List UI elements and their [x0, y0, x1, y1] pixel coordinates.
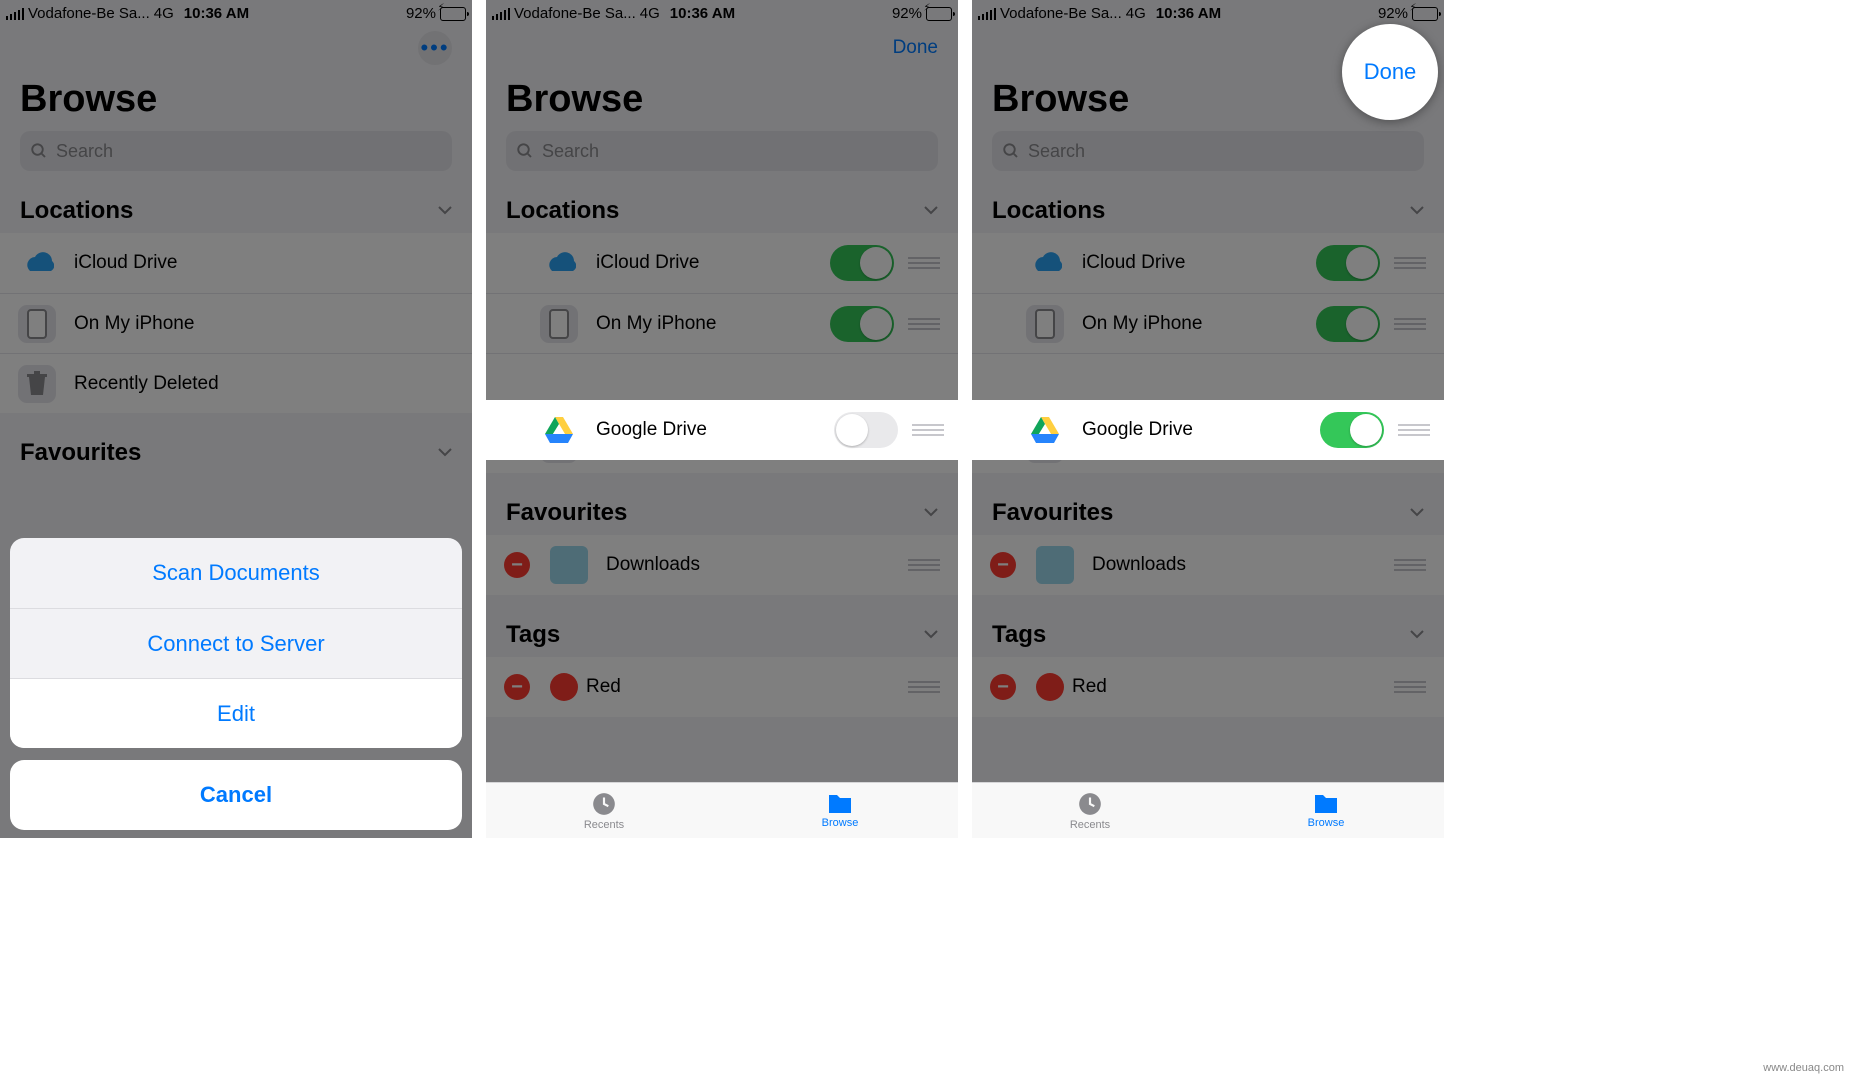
screenshot-3: Vodafone-Be Sa... 4G 10:36 AM 92% ⚡︎ Don…	[972, 0, 1444, 838]
edit-option[interactable]: Edit	[10, 678, 462, 748]
tab-bar: Recents Browse	[486, 782, 958, 838]
done-highlight-circle[interactable]: Done	[1342, 24, 1438, 120]
gdrive-toggle[interactable]	[1320, 412, 1384, 448]
reorder-handle-icon[interactable]	[1398, 424, 1430, 436]
tab-browse-label: Browse	[1308, 817, 1345, 829]
gdrive-row-highlight: Google Drive	[972, 400, 1444, 460]
gdrive-toggle[interactable]	[834, 412, 898, 448]
folder-icon	[1313, 793, 1339, 815]
action-sheet: Scan Documents Connect to Server Edit Ca…	[10, 538, 462, 830]
watermark: www.deuaq.com	[1763, 1062, 1844, 1074]
gdrive-label: Google Drive	[596, 419, 707, 441]
done-label: Done	[1364, 59, 1417, 85]
connect-to-server-option[interactable]: Connect to Server	[10, 608, 462, 678]
folder-icon	[827, 793, 853, 815]
gdrive-icon	[540, 411, 578, 449]
clock-icon	[591, 791, 617, 817]
scan-documents-option[interactable]: Scan Documents	[10, 538, 462, 608]
clock-icon	[1077, 791, 1103, 817]
tab-browse[interactable]: Browse	[1208, 783, 1444, 838]
tab-recents[interactable]: Recents	[486, 783, 722, 838]
tab-recents-label: Recents	[1070, 819, 1110, 831]
gdrive-icon	[1026, 411, 1064, 449]
screenshot-1: Vodafone-Be Sa... 4G 10:36 AM 92% ⚡︎ •••…	[0, 0, 472, 838]
tab-bar: Recents Browse	[972, 782, 1444, 838]
reorder-handle-icon[interactable]	[912, 424, 944, 436]
gdrive-row-highlight: Google Drive	[486, 400, 958, 460]
tab-browse[interactable]: Browse	[722, 783, 958, 838]
tab-browse-label: Browse	[822, 817, 859, 829]
screenshot-2: Vodafone-Be Sa... 4G 10:36 AM 92% ⚡︎ Don…	[486, 0, 958, 838]
gdrive-label: Google Drive	[1082, 419, 1193, 441]
tab-recents[interactable]: Recents	[972, 783, 1208, 838]
tab-recents-label: Recents	[584, 819, 624, 831]
cancel-button[interactable]: Cancel	[10, 760, 462, 830]
